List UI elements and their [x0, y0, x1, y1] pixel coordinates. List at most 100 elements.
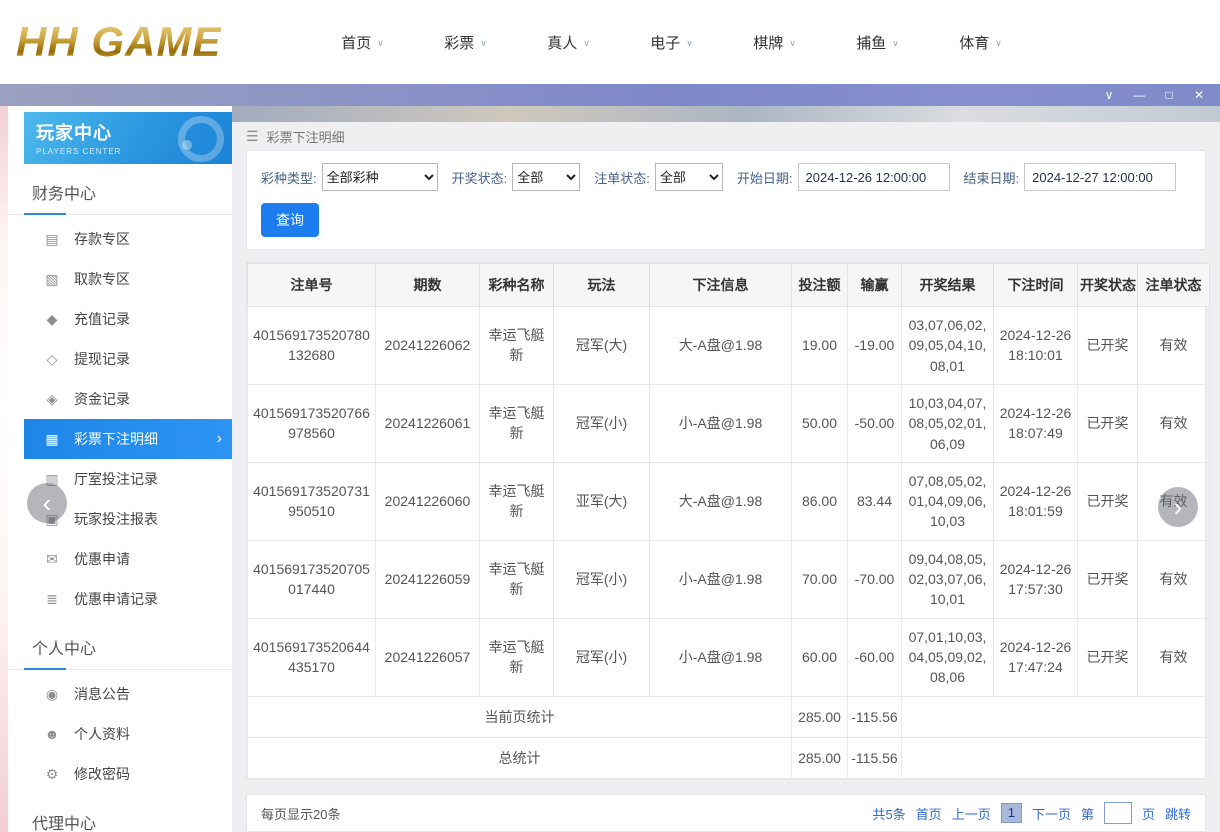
page: HH GAME 首页 ∨ 彩票 ∨ 真人 ∨ 电子 ∨ 棋牌 ∨ 捕鱼 ∨ 体育 ∨ ∨ — □ ✕ 玩家…	[0, 0, 1220, 832]
column-header: 玩法	[553, 263, 650, 308]
table-cell: 401569173520766978560	[247, 383, 376, 463]
nav-item-1[interactable]: 首页 ∨	[311, 32, 414, 53]
sidebar-item-promo-apply[interactable]: ✉ 优惠申请	[8, 539, 232, 579]
order-status-select[interactable]: 全部	[654, 163, 723, 192]
column-header: 注单状态	[1137, 263, 1210, 308]
current-page[interactable]: 1	[1000, 803, 1022, 824]
table-cell: 2024-12-26 18:01:59	[993, 461, 1078, 541]
draw-status-select[interactable]: 全部	[512, 163, 581, 192]
nav-item-5[interactable]: 棋牌 ∨	[723, 32, 826, 53]
sidebar-item-withdraw-zone[interactable]: ▧ 取款专区	[8, 259, 232, 299]
jump-suffix-label: 页	[1141, 806, 1155, 822]
jump-prefix-label: 第	[1080, 806, 1094, 822]
nav-item-6[interactable]: 捕鱼 ∨	[826, 32, 929, 53]
sidebar-section-title: 个人中心	[8, 619, 232, 670]
table-cell: 幸运飞艇新	[479, 617, 554, 697]
draw-status-label: 开奖状态:	[451, 170, 508, 186]
main-content: ☰ 彩票下注明细 彩种类型: 全部彩种 开奖状态: 全部 注单状态: 全部 开始…	[232, 106, 1220, 832]
table-cell: 19.00	[791, 306, 848, 385]
pagination-bar: 每页显示20条 共5条 首页 上一页 1 下一页 第 页 跳转	[246, 794, 1206, 832]
column-header: 开奖状态	[1077, 263, 1138, 308]
sidebar-item-lottery-bet-details[interactable]: ▦ 彩票下注明细 ›	[24, 419, 232, 459]
sidebar-item-deposit-zone[interactable]: ▤ 存款专区	[8, 219, 232, 259]
table-row: 401569173520731950510 20241226060 幸运飞艇新 亚军(…	[247, 461, 1210, 541]
draw-status-filter: 开奖状态: 全部	[451, 163, 581, 192]
order-status-label: 注单状态:	[594, 170, 650, 186]
next-page-link[interactable]: 下一页	[1032, 804, 1071, 823]
search-button[interactable]: 查询	[261, 203, 319, 238]
cashout-icon: ◇	[46, 350, 58, 367]
pager: 共5条 首页 上一页 1 下一页 第 页 跳转	[872, 802, 1191, 825]
sidebar-item-withdrawal-records[interactable]: ◇ 提现记录	[8, 339, 232, 379]
order-status-filter: 注单状态: 全部	[594, 163, 723, 192]
chevron-down-icon: ∨	[789, 37, 796, 48]
end-date-input[interactable]	[1024, 163, 1177, 192]
table-cell: 401569173520731950510	[247, 461, 376, 541]
close-icon[interactable]: ✕	[1184, 84, 1214, 106]
nav-item-label: 棋牌	[753, 34, 784, 52]
summary-winloss-total: -115.56	[847, 695, 902, 738]
funds-icon: ◈	[46, 390, 58, 407]
sidebar-item-change-password[interactable]: ⚙ 修改密码	[8, 754, 232, 794]
prev-page-link[interactable]: 上一页	[952, 804, 991, 823]
lottery-type-select[interactable]: 全部彩种	[321, 163, 438, 192]
table-cell: 冠军(小)	[553, 539, 650, 619]
window-controls: ∨ — □ ✕	[1094, 84, 1214, 106]
maximize-icon[interactable]: □	[1154, 84, 1184, 106]
table-cell: 20241226060	[375, 461, 480, 541]
summary-label: 当前页统计	[247, 695, 792, 738]
withdraw-icon: ▧	[45, 270, 59, 287]
table-cell: 小-A盘@1.98	[649, 539, 792, 619]
sidebar: 玩家中心 PLAYERS CENTER 财务中心 ▤ 存款专区 ▧ 取款专区 ◆ 充值记录 ◇…	[8, 106, 232, 832]
sidebar-item-fund-records[interactable]: ◈ 资金记录	[8, 379, 232, 419]
table-cell: 20241226061	[375, 383, 480, 463]
header-banner	[232, 106, 1220, 123]
end-date-label: 结束日期:	[963, 170, 1020, 186]
table-cell: 幸运飞艇新	[479, 306, 554, 385]
column-header: 注单号	[247, 263, 376, 308]
scroll-right-arrow[interactable]: ›	[1158, 487, 1198, 527]
table-cell: 2024-12-26 18:07:49	[993, 383, 1078, 463]
nav-item-2[interactable]: 彩票 ∨	[414, 32, 517, 53]
jump-button[interactable]: 跳转	[1165, 804, 1191, 823]
sidebar-item-profile[interactable]: ☻ 个人资料	[8, 714, 232, 754]
minimize-icon[interactable]: —	[1124, 84, 1154, 106]
nav-item-label: 彩票	[444, 34, 475, 52]
table-body: 401569173520780132680 20241226062 幸运飞艇新 冠军(…	[247, 306, 1210, 780]
sidebar-item-label: 资金记录	[74, 391, 130, 407]
table-cell: 大-A盘@1.98	[649, 306, 792, 385]
nav-item-7[interactable]: 体育 ∨	[929, 32, 1032, 53]
desktop-edge	[0, 106, 8, 832]
chevron-down-icon: ∨	[377, 37, 384, 48]
sidebar-item-recharge-records[interactable]: ◆ 充值记录	[8, 299, 232, 339]
column-header: 期数	[375, 263, 480, 308]
table-cell: -19.00	[847, 306, 902, 385]
start-date-input[interactable]	[797, 163, 950, 192]
promo-icon: ✉	[46, 550, 58, 567]
scroll-left-arrow[interactable]: ‹	[27, 483, 67, 523]
table-cell: 亚军(大)	[553, 461, 650, 541]
lottery-icon: ▦	[45, 430, 59, 447]
nav-item-3[interactable]: 真人 ∨	[517, 32, 620, 53]
nav-item-label: 首页	[341, 34, 372, 52]
nav-item-4[interactable]: 电子 ∨	[620, 32, 723, 53]
lottery-type-filter: 彩种类型: 全部彩种	[261, 163, 438, 192]
first-page-link[interactable]: 首页	[916, 804, 942, 823]
table-header-row: 注单号 期数 彩种名称 玩法 下注信息 投注额 输赢 开奖结果 下注时间 开奖状态 注单状态	[247, 263, 1210, 308]
table-cell: -70.00	[847, 539, 902, 619]
sidebar-item-promo-apply-records[interactable]: ≣ 优惠申请记录	[8, 579, 232, 619]
sidebar-item-announcements[interactable]: ◉ 消息公告	[8, 674, 232, 714]
sidebar-item-label: 优惠申请	[74, 551, 130, 567]
table-row: 401569173520780132680 20241226062 幸运飞艇新 冠军(…	[247, 306, 1210, 385]
nav-item-label: 捕鱼	[856, 34, 887, 52]
sidebar-item-label: 存款专区	[74, 231, 130, 247]
chevron-down-icon[interactable]: ∨	[1094, 84, 1124, 106]
hamburger-icon[interactable]: ☰	[246, 128, 259, 145]
sidebar-section-title: 代理中心	[8, 794, 232, 832]
nav-item-label: 体育	[959, 34, 990, 52]
table-cell: 03,07,06,02,09,05,04,10,08,01	[901, 306, 994, 385]
jump-page-input[interactable]	[1103, 802, 1132, 825]
table-cell: 20241226059	[375, 539, 480, 619]
table-cell: 幸运飞艇新	[479, 383, 554, 463]
sidebar-item-label: 消息公告	[74, 686, 130, 702]
